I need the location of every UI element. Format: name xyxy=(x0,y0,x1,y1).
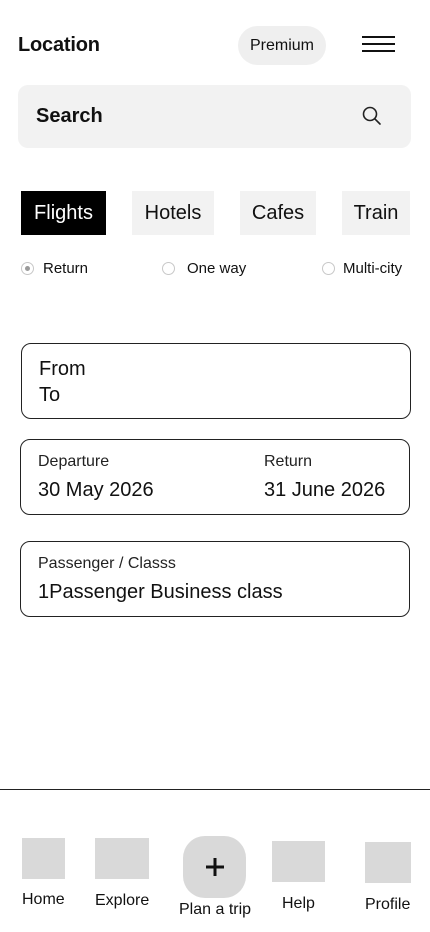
nav-explore-label[interactable]: Explore xyxy=(95,892,149,910)
radio-unselected-icon xyxy=(162,262,175,275)
departure-label: Departure xyxy=(38,453,110,470)
premium-button[interactable]: Premium xyxy=(238,26,326,65)
help-icon[interactable] xyxy=(272,841,325,882)
nav-help-label[interactable]: Help xyxy=(282,895,315,913)
tab-flights[interactable]: Flights xyxy=(21,191,106,235)
plus-icon xyxy=(205,858,224,876)
passenger-class-field[interactable]: Passenger / Classs 1Passenger Business c… xyxy=(20,541,410,617)
radio-one-way-label: One way xyxy=(187,260,247,277)
tab-cafes[interactable]: Cafes xyxy=(240,191,316,235)
home-icon[interactable] xyxy=(22,838,65,879)
departure-date: 30 May 2026 xyxy=(38,479,154,501)
hamburger-menu-icon[interactable] xyxy=(362,36,396,52)
from-label: From xyxy=(39,358,86,380)
radio-selected-icon xyxy=(21,262,34,275)
return-date: 31 June 2026 xyxy=(264,479,386,501)
to-label: To xyxy=(39,384,61,406)
radio-unselected-icon xyxy=(322,262,335,275)
radio-return[interactable]: Return xyxy=(21,260,88,277)
bottom-nav-divider xyxy=(0,789,430,790)
page-title: Location xyxy=(18,34,100,56)
explore-icon[interactable] xyxy=(95,838,149,879)
plan-trip-button[interactable] xyxy=(183,836,246,898)
nav-profile-label[interactable]: Profile xyxy=(365,896,410,914)
dates-field[interactable]: Departure 30 May 2026 Return 31 June 202… xyxy=(20,439,410,515)
search-icon[interactable] xyxy=(361,105,383,127)
nav-home-label[interactable]: Home xyxy=(22,891,65,909)
search-label: Search xyxy=(36,105,103,127)
profile-icon[interactable] xyxy=(365,842,411,883)
passenger-label: Passenger / Classs xyxy=(38,555,176,572)
radio-return-label: Return xyxy=(43,260,89,277)
return-label: Return xyxy=(264,453,313,470)
nav-plan-label[interactable]: Plan a trip xyxy=(179,901,251,919)
radio-one-way[interactable]: One way xyxy=(162,260,246,277)
search-input[interactable]: Search xyxy=(18,85,411,148)
radio-multi-city-label: Multi-city xyxy=(343,260,403,277)
tab-hotels[interactable]: Hotels xyxy=(132,191,214,235)
passenger-value: 1Passenger Business class xyxy=(38,581,283,603)
from-to-field[interactable]: From To xyxy=(21,343,411,419)
tab-train[interactable]: Train xyxy=(342,191,410,235)
radio-multi-city[interactable]: Multi-city xyxy=(322,260,402,277)
